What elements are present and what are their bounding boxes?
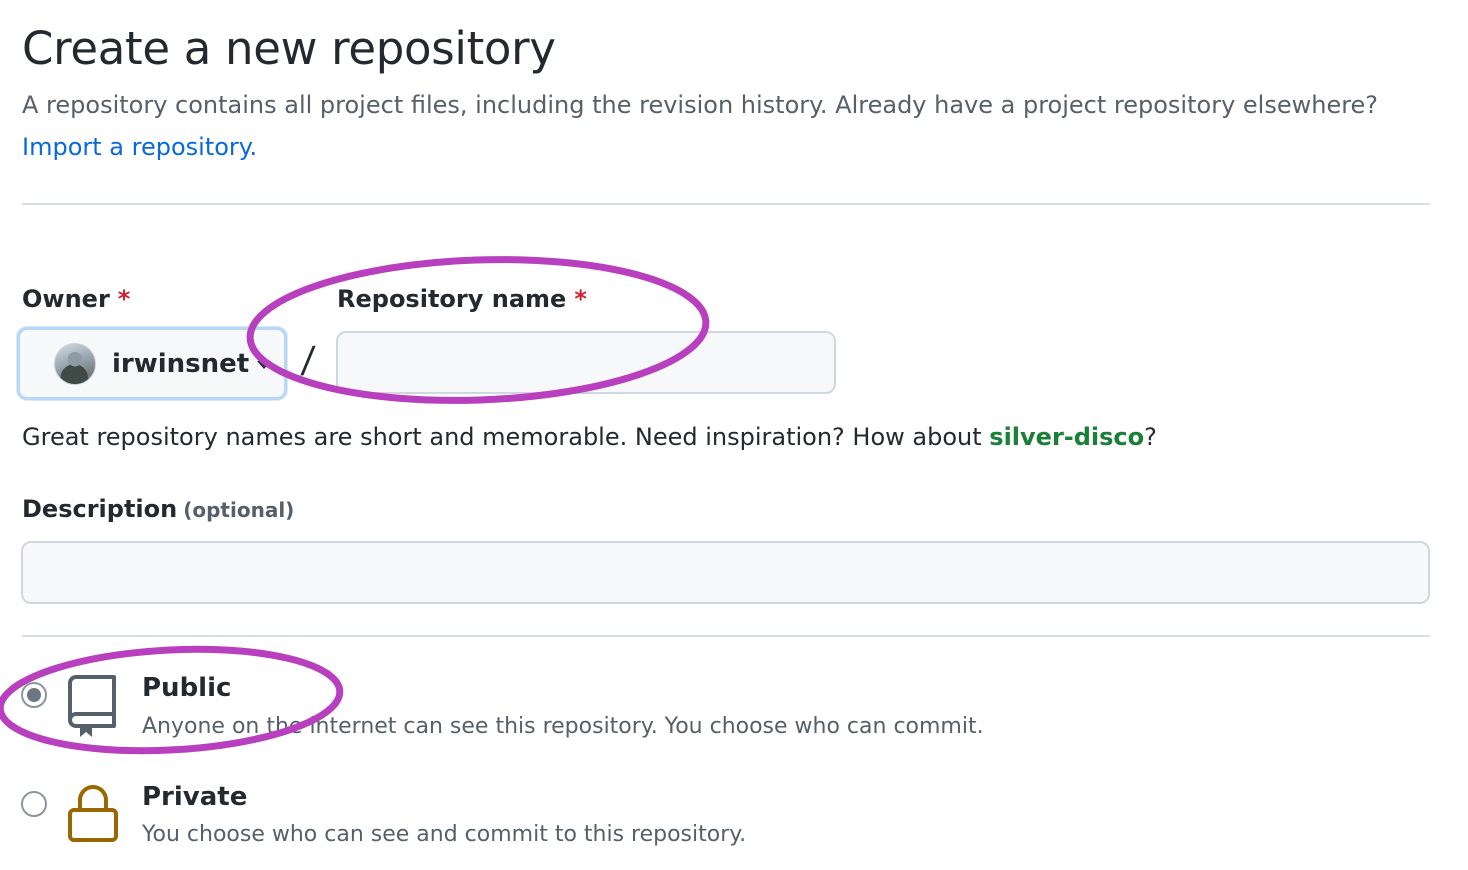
repository-name-label: Repository name * — [337, 285, 587, 313]
description-optional-note: (optional) — [183, 498, 295, 522]
owner-repo-separator: / — [299, 340, 317, 381]
header-divider — [22, 203, 1430, 205]
public-radio-dot — [27, 688, 41, 702]
description-input[interactable] — [21, 541, 1430, 604]
visibility-divider — [22, 635, 1430, 637]
owner-label-text: Owner — [22, 285, 110, 313]
page-subtitle: A repository contains all project files,… — [22, 91, 1379, 119]
name-suggestion[interactable]: silver-disco — [989, 423, 1144, 451]
private-option-description: You choose who can see and commit to thi… — [142, 822, 747, 847]
public-option-title: Public — [142, 673, 232, 703]
hint-text: Great repository names are short and mem… — [22, 423, 990, 451]
page-title: Create a new repository — [22, 22, 556, 75]
caret-down-icon — [257, 361, 272, 369]
repository-name-hint: Great repository names are short and mem… — [22, 423, 1157, 451]
avatar — [54, 342, 96, 385]
repository-name-required-mark: * — [574, 285, 587, 313]
hint-suffix: ? — [1144, 423, 1157, 451]
repository-name-label-text: Repository name — [337, 285, 567, 313]
repo-icon — [68, 675, 116, 737]
owner-name: irwinsnet — [112, 348, 250, 379]
import-repository-link[interactable]: Import a repository. — [22, 133, 257, 161]
lock-icon — [68, 785, 118, 842]
public-radio[interactable] — [21, 682, 47, 708]
description-label-text: Description — [22, 495, 178, 523]
private-radio[interactable] — [21, 791, 47, 817]
owner-select-button[interactable]: irwinsnet — [17, 327, 287, 400]
owner-required-mark: * — [117, 285, 131, 313]
private-option-title: Private — [142, 782, 248, 812]
repository-name-input[interactable] — [336, 331, 836, 394]
description-label: Description (optional) — [22, 495, 294, 523]
owner-label: Owner * — [22, 285, 130, 313]
public-option-description: Anyone on the internet can see this repo… — [142, 714, 984, 739]
